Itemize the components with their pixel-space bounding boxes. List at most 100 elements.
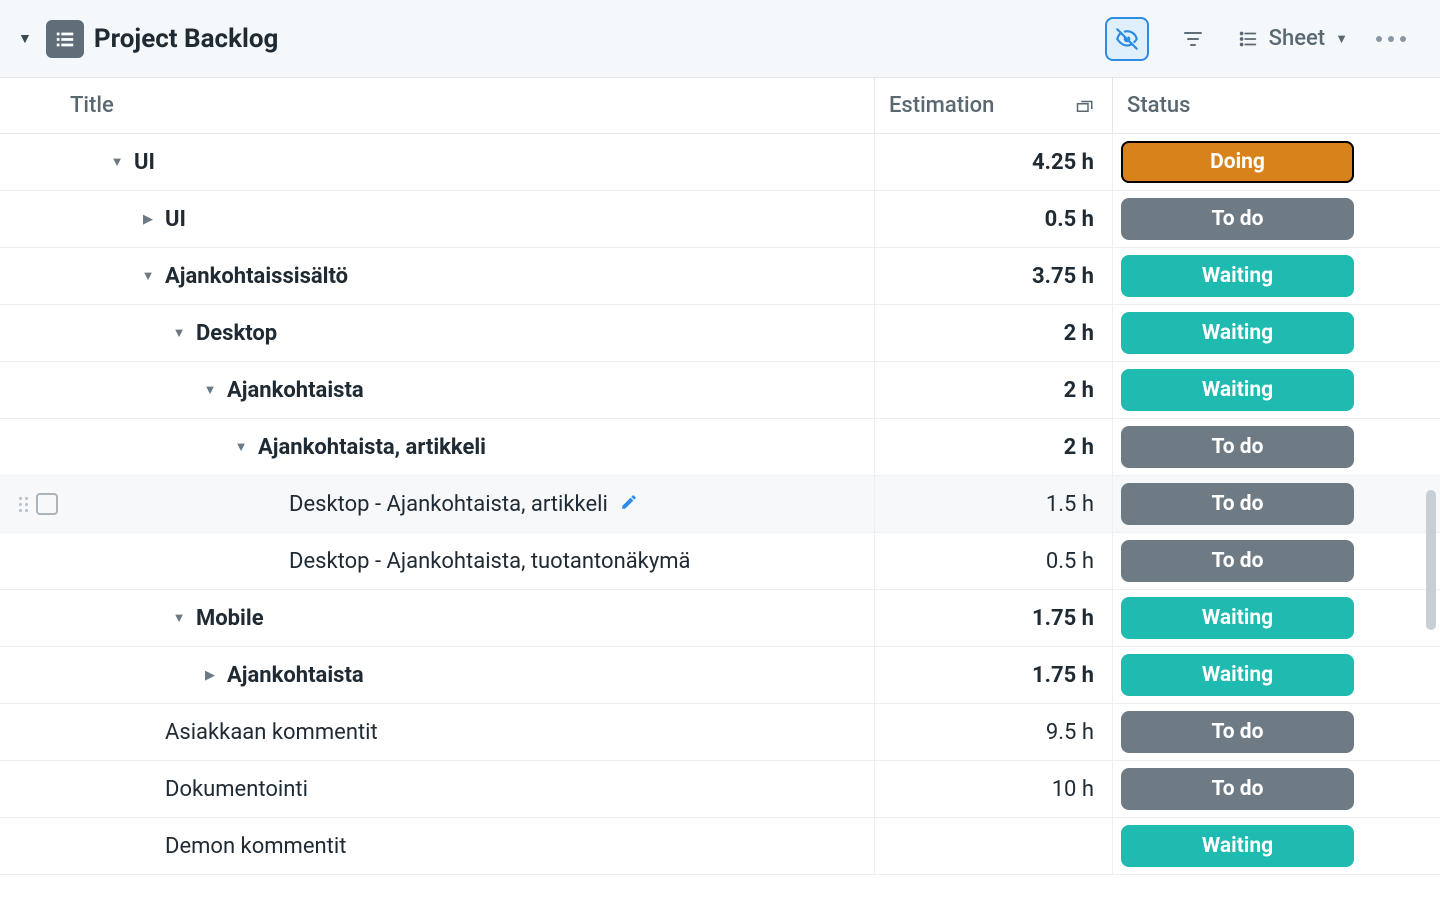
row-title[interactable]: Ajankohtaissisältö xyxy=(165,264,348,289)
status-pill-waiting[interactable]: Waiting xyxy=(1121,312,1354,354)
table-row[interactable]: ▶ UI 0.5 hTo do xyxy=(0,191,1440,248)
chevron-down-icon[interactable]: ▼ xyxy=(106,154,128,170)
status-pill-todo[interactable]: To do xyxy=(1121,483,1354,525)
cell-estimation[interactable]: 2 h xyxy=(874,362,1112,418)
cell-title: ▶ UI xyxy=(0,191,874,247)
row-gutter xyxy=(0,721,66,743)
row-title[interactable]: Desktop xyxy=(196,321,277,346)
view-mode-select[interactable]: Sheet ▼ xyxy=(1237,26,1348,51)
row-title[interactable]: Dokumentointi xyxy=(165,777,308,802)
row-title[interactable]: Demon kommentit xyxy=(165,834,346,859)
cell-estimation[interactable]: 0.5 h xyxy=(874,191,1112,247)
cell-status: To do xyxy=(1112,476,1362,532)
chevron-right-icon[interactable]: ▶ xyxy=(199,668,221,683)
cell-estimation[interactable]: 3.75 h xyxy=(874,248,1112,304)
rows-container: ▼UI4.25 hDoing▶UI0.5 hTo do▼Ajankohtaiss… xyxy=(0,134,1440,875)
indent: Demon kommentit xyxy=(66,818,346,874)
status-pill-waiting[interactable]: Waiting xyxy=(1121,654,1354,696)
status-pill-todo[interactable]: To do xyxy=(1121,426,1354,468)
cell-title: Dokumentointi xyxy=(0,761,874,817)
cell-title: ▼ Ajankohtaista xyxy=(0,362,874,418)
row-title[interactable]: Asiakkaan kommentit xyxy=(165,720,378,745)
cell-status: Waiting xyxy=(1112,305,1362,361)
table-row[interactable]: ▶ Ajankohtaista 1.75 hWaiting xyxy=(0,647,1440,704)
status-pill-waiting[interactable]: Waiting xyxy=(1121,255,1354,297)
project-list-icon[interactable] xyxy=(46,20,84,58)
cell-title: Desktop - Ajankohtaista, tuotantonäkymä xyxy=(0,533,874,589)
cell-estimation[interactable]: 1.5 h xyxy=(874,476,1112,532)
row-title[interactable]: UI xyxy=(134,150,155,175)
chevron-right-icon[interactable]: ▶ xyxy=(137,212,159,227)
table-row[interactable]: Demon kommentit Waiting xyxy=(0,818,1440,875)
indent: ▶ UI xyxy=(66,191,186,247)
table-row[interactable]: Desktop - Ajankohtaista, tuotantonäkymä 0… xyxy=(0,533,1440,590)
cell-estimation[interactable]: 2 h xyxy=(874,419,1112,475)
visibility-toggle-button[interactable] xyxy=(1105,17,1149,61)
status-pill-doing[interactable]: Doing xyxy=(1121,141,1354,183)
chevron-down-icon[interactable]: ▼ xyxy=(168,325,190,341)
cell-title: ▼ Ajankohtaista, artikkeli xyxy=(0,419,874,475)
cell-title: ▼ Ajankohtaissisältö xyxy=(0,248,874,304)
popout-icon xyxy=(1076,99,1094,113)
row-title[interactable]: Ajankohtaista xyxy=(227,663,364,688)
page-title[interactable]: Project Backlog xyxy=(94,24,279,54)
cell-estimation[interactable]: 1.75 h xyxy=(874,647,1112,703)
row-title[interactable]: Desktop - Ajankohtaista, artikkeli xyxy=(289,492,608,517)
chevron-down-icon[interactable]: ▼ xyxy=(168,610,190,626)
cell-title: ▼ UI xyxy=(0,134,874,190)
cell-estimation[interactable]: 10 h xyxy=(874,761,1112,817)
chevron-down-icon[interactable]: ▼ xyxy=(137,268,159,284)
row-gutter xyxy=(0,265,66,287)
status-pill-todo[interactable]: To do xyxy=(1121,198,1354,240)
table-row[interactable]: ▼ Desktop 2 hWaiting xyxy=(0,305,1440,362)
filter-button[interactable] xyxy=(1171,17,1215,61)
table-row[interactable]: Asiakkaan kommentit 9.5 hTo do xyxy=(0,704,1440,761)
collapse-caret-icon[interactable]: ▼ xyxy=(14,30,36,47)
cell-estimation[interactable]: 9.5 h xyxy=(874,704,1112,760)
status-pill-todo[interactable]: To do xyxy=(1121,711,1354,753)
table-row[interactable]: ▼ Ajankohtaista, artikkeli 2 hTo do xyxy=(0,419,1440,476)
table-row[interactable]: Dokumentointi 10 hTo do xyxy=(0,761,1440,818)
status-pill-todo[interactable]: To do xyxy=(1121,540,1354,582)
column-header-status[interactable]: Status xyxy=(1112,78,1362,133)
cell-estimation[interactable]: 4.25 h xyxy=(874,134,1112,190)
scrollbar-thumb[interactable] xyxy=(1426,490,1436,630)
header: ▼ Project Backlog Sheet ▼ xyxy=(0,0,1440,78)
cell-title: ▼ Mobile xyxy=(0,590,874,646)
cell-estimation[interactable] xyxy=(874,818,1112,874)
status-pill-waiting[interactable]: Waiting xyxy=(1121,597,1354,639)
edit-icon[interactable] xyxy=(620,492,638,517)
row-title[interactable]: Ajankohtaista xyxy=(227,378,364,403)
chevron-down-icon[interactable]: ▼ xyxy=(230,439,252,455)
row-checkbox[interactable] xyxy=(36,493,58,515)
indent: ▼ Ajankohtaista, artikkeli xyxy=(66,419,486,475)
chevron-down-icon[interactable]: ▼ xyxy=(199,382,221,398)
cell-estimation[interactable]: 0.5 h xyxy=(874,533,1112,589)
row-title[interactable]: Desktop - Ajankohtaista, tuotantonäkymä xyxy=(289,549,691,574)
cell-estimation[interactable]: 1.75 h xyxy=(874,590,1112,646)
status-pill-todo[interactable]: To do xyxy=(1121,768,1354,810)
column-header-estimation[interactable]: Estimation xyxy=(874,78,1112,133)
table-row[interactable]: ▼ Ajankohtaissisältö 3.75 hWaiting xyxy=(0,248,1440,305)
row-gutter xyxy=(0,436,66,458)
table-row[interactable]: ▼ UI 4.25 hDoing xyxy=(0,134,1440,191)
row-gutter xyxy=(0,208,66,230)
header-right: Sheet ▼ xyxy=(1105,17,1426,61)
row-title[interactable]: Ajankohtaista, artikkeli xyxy=(258,435,486,460)
cell-status: To do xyxy=(1112,419,1362,475)
status-pill-waiting[interactable]: Waiting xyxy=(1121,369,1354,411)
row-title[interactable]: Mobile xyxy=(196,606,264,631)
column-header-title[interactable]: Title xyxy=(0,93,874,118)
more-menu-button[interactable] xyxy=(1370,30,1412,48)
drag-handle-icon[interactable] xyxy=(19,497,28,512)
columns-header: Title Estimation Status xyxy=(0,78,1440,134)
row-gutter xyxy=(0,664,66,686)
table-row[interactable]: ▼ Ajankohtaista 2 hWaiting xyxy=(0,362,1440,419)
cell-estimation[interactable]: 2 h xyxy=(874,305,1112,361)
table-row[interactable]: Desktop - Ajankohtaista, artikkeli 1.5 hT… xyxy=(0,476,1440,533)
row-gutter xyxy=(0,607,66,629)
table-row[interactable]: ▼ Mobile 1.75 hWaiting xyxy=(0,590,1440,647)
status-pill-waiting[interactable]: Waiting xyxy=(1121,825,1354,867)
cell-title: ▼ Desktop xyxy=(0,305,874,361)
row-title[interactable]: UI xyxy=(165,207,186,232)
